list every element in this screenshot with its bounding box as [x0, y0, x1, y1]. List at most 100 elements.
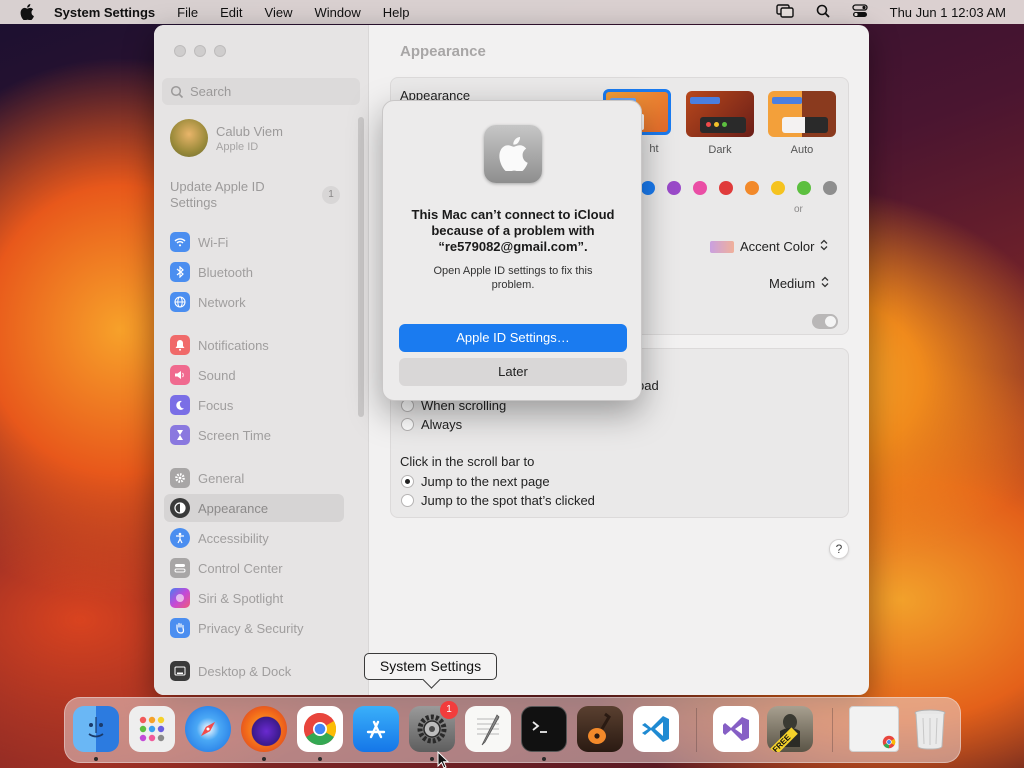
sidebar-icon-size-value: Medium: [769, 276, 816, 291]
spotlight-search-icon[interactable]: [816, 4, 830, 21]
user-name: Calub Viem: [216, 123, 283, 139]
help-button[interactable]: ?: [829, 539, 849, 559]
sidebar-item-focus[interactable]: Focus: [164, 391, 344, 419]
update-apple-id-item[interactable]: Update Apple ID Settings 1: [170, 179, 340, 211]
accent-graphite-swatch[interactable]: [823, 181, 837, 195]
accent-green-swatch[interactable]: [797, 181, 811, 195]
file-menu[interactable]: File: [177, 5, 198, 20]
sidebar-item-label: General: [198, 470, 245, 486]
highlight-color-popup[interactable]: Accent Color: [710, 239, 828, 254]
sidebar-item-privacy-security[interactable]: Privacy & Security: [164, 614, 344, 642]
radio-button[interactable]: [401, 494, 414, 507]
appearance-icon: [170, 498, 190, 518]
accent-purple-swatch[interactable]: [667, 181, 681, 195]
accent-red-swatch[interactable]: [719, 181, 733, 195]
garageband-icon[interactable]: [577, 706, 623, 752]
accent-blue-swatch[interactable]: [641, 181, 655, 195]
vscode-icon[interactable]: [633, 706, 679, 752]
app-menu[interactable]: System Settings: [54, 5, 155, 20]
accent-pink-swatch[interactable]: [693, 181, 707, 195]
sidebar-item-label: Network: [198, 294, 246, 310]
visual-studio-icon[interactable]: [713, 706, 759, 752]
radio-always[interactable]: Always: [401, 417, 462, 432]
control-center-icon[interactable]: [851, 3, 868, 21]
trash-icon[interactable]: [907, 706, 953, 752]
accent-partial-label: or: [794, 204, 803, 215]
sidebar-item-bluetooth[interactable]: Bluetooth: [164, 258, 344, 286]
sidebar-item-general[interactable]: General: [164, 464, 344, 492]
edit-menu[interactable]: Edit: [220, 5, 242, 20]
accent-yellow-swatch[interactable]: [771, 181, 785, 195]
radio-spot-clicked[interactable]: Jump to the spot that’s clicked: [401, 493, 595, 508]
zoom-button[interactable]: [214, 45, 226, 57]
later-button[interactable]: Later: [399, 358, 627, 386]
update-apple-id-label: Update Apple ID Settings: [170, 179, 265, 210]
apple-id-account[interactable]: Calub Viem Apple ID: [170, 119, 283, 157]
sidebar-item-appearance[interactable]: Appearance: [164, 494, 344, 522]
sidebar-item-label: Siri & Spotlight: [198, 590, 284, 606]
radio-label: Always: [421, 417, 463, 432]
sidebar-item-notifications[interactable]: Notifications: [164, 331, 344, 359]
minimize-button[interactable]: [194, 45, 206, 57]
hourglass-icon: [170, 425, 190, 445]
sidebar-item-wifi[interactable]: Wi-Fi: [164, 228, 344, 256]
chevron-updown-icon: [820, 239, 828, 254]
close-button[interactable]: [174, 45, 186, 57]
sidebar-item-label: Privacy & Security: [198, 620, 304, 636]
globe-icon: [170, 292, 190, 312]
running-indicator: [262, 757, 266, 761]
chrome-icon[interactable]: [297, 706, 343, 752]
sidebar-item-label: Screen Time: [198, 427, 271, 443]
help-menu[interactable]: Help: [383, 5, 410, 20]
view-menu[interactable]: View: [265, 5, 293, 20]
speaker-icon: [170, 365, 190, 385]
radio-button[interactable]: [401, 418, 414, 431]
auto-mode-thumbnail[interactable]: [768, 91, 836, 137]
textedit-icon[interactable]: [465, 706, 511, 752]
dialog-message: Open Apple ID settings to fix this probl…: [433, 265, 593, 291]
dark-mode-thumbnail[interactable]: [686, 91, 754, 137]
running-indicator: [542, 757, 546, 761]
sidebar-item-desktop-dock[interactable]: Desktop & Dock: [164, 657, 344, 685]
sidebar-icon-size-popup[interactable]: Medium: [769, 276, 829, 291]
window-menu[interactable]: Window: [314, 5, 360, 20]
chevron-updown-icon: [821, 276, 829, 291]
safari-icon[interactable]: [185, 706, 231, 752]
dock-separator: [696, 708, 697, 752]
sidebar-item-label: Bluetooth: [198, 264, 253, 280]
launchpad-icon[interactable]: [129, 706, 175, 752]
sidebar-item-control-center[interactable]: Control Center: [164, 554, 344, 582]
sidebar-item-siri-spotlight[interactable]: Siri & Spotlight: [164, 584, 344, 612]
search-field[interactable]: Search: [162, 78, 360, 105]
firefox-icon[interactable]: [241, 706, 287, 752]
sidebar: Search Calub Viem Apple ID Update Apple …: [154, 25, 369, 695]
wallpaper-tinting-toggle[interactable]: [812, 314, 838, 329]
siri-icon: [170, 588, 190, 608]
mouse-cursor-icon: [437, 750, 450, 768]
sidebar-scrollbar[interactable]: [358, 117, 364, 417]
search-icon: [170, 85, 184, 98]
sidebar-item-network[interactable]: Network: [164, 288, 344, 316]
dock-icon: [170, 661, 190, 681]
app-store-icon[interactable]: [353, 706, 399, 752]
sidebar-item-label: Wi-Fi: [198, 234, 229, 250]
sidebar-item-label: Notifications: [198, 337, 269, 353]
terminal-icon[interactable]: [521, 706, 567, 752]
accent-orange-swatch[interactable]: [745, 181, 759, 195]
radio-next-page[interactable]: Jump to the next page: [401, 474, 550, 489]
sidebar-item-screen-time[interactable]: Screen Time: [164, 421, 344, 449]
user-subtitle: Apple ID: [216, 140, 259, 153]
sidebar-item-sound[interactable]: Sound: [164, 361, 344, 389]
thinker-app-icon[interactable]: FREE: [767, 706, 813, 752]
screen-mirroring-icon[interactable]: [775, 3, 794, 21]
radio-button-selected[interactable]: [401, 475, 414, 488]
sidebar-item-accessibility[interactable]: Accessibility: [164, 524, 344, 552]
apple-id-settings-button[interactable]: Apple ID Settings…: [399, 324, 627, 352]
accessibility-icon: [170, 528, 190, 548]
search-placeholder: Search: [190, 84, 232, 99]
chrome-window-thumbnail[interactable]: [849, 706, 899, 752]
apple-menu-icon[interactable]: [18, 4, 36, 20]
finder-icon[interactable]: [73, 706, 119, 752]
menu-clock[interactable]: Thu Jun 1 12:03 AM: [890, 5, 1006, 20]
bluetooth-icon: [170, 262, 190, 282]
